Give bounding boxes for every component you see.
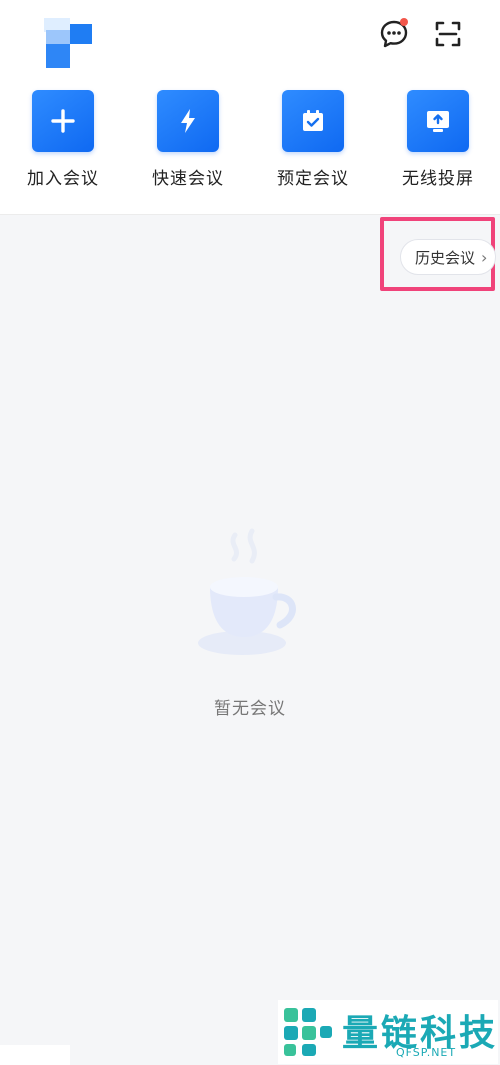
chevron-right-icon: › [481,247,488,267]
quick-meeting-tile[interactable] [157,90,219,152]
quick-meeting-label: 快速会议 [152,169,224,189]
message-badge-dot [400,18,408,26]
coffee-cup-icon [198,528,296,655]
empty-state-text: 暂无会议 [214,699,286,719]
join-meeting-tile[interactable] [32,90,94,152]
join-meeting-button[interactable]: 加入会议 [13,90,113,200]
scan-button[interactable] [428,14,468,54]
schedule-meeting-button[interactable]: 预定会议 [263,90,363,200]
top-bar: 加入会议 快速会议 预定会议 无线投屏 [0,0,500,215]
schedule-meeting-tile[interactable] [282,90,344,152]
screen-cast-label: 无线投屏 [402,169,474,189]
scan-icon [435,21,461,47]
join-meeting-label: 加入会议 [27,169,99,189]
screen-cast-icon [427,111,449,132]
calendar-check-icon [303,110,323,131]
history-meetings-label: 历史会议 [415,248,476,267]
message-button[interactable] [374,14,414,54]
history-meetings-button[interactable]: 历史会议 › [400,239,497,275]
watermark: 量链科技 QFSP.NET [278,1000,498,1064]
bottom-strip [0,1045,70,1065]
schedule-meeting-label: 预定会议 [277,169,349,189]
history-highlight-box: 历史会议 › [380,217,497,291]
watermark-subtext: QFSP.NET [396,1046,457,1059]
screen-cast-button[interactable]: 无线投屏 [388,90,488,200]
plus-icon [51,109,75,133]
lightning-icon [181,109,195,133]
watermark-logo [284,1008,332,1056]
quick-meeting-button[interactable]: 快速会议 [138,90,238,200]
app-logo [44,18,92,68]
screen-cast-tile[interactable] [407,90,469,152]
